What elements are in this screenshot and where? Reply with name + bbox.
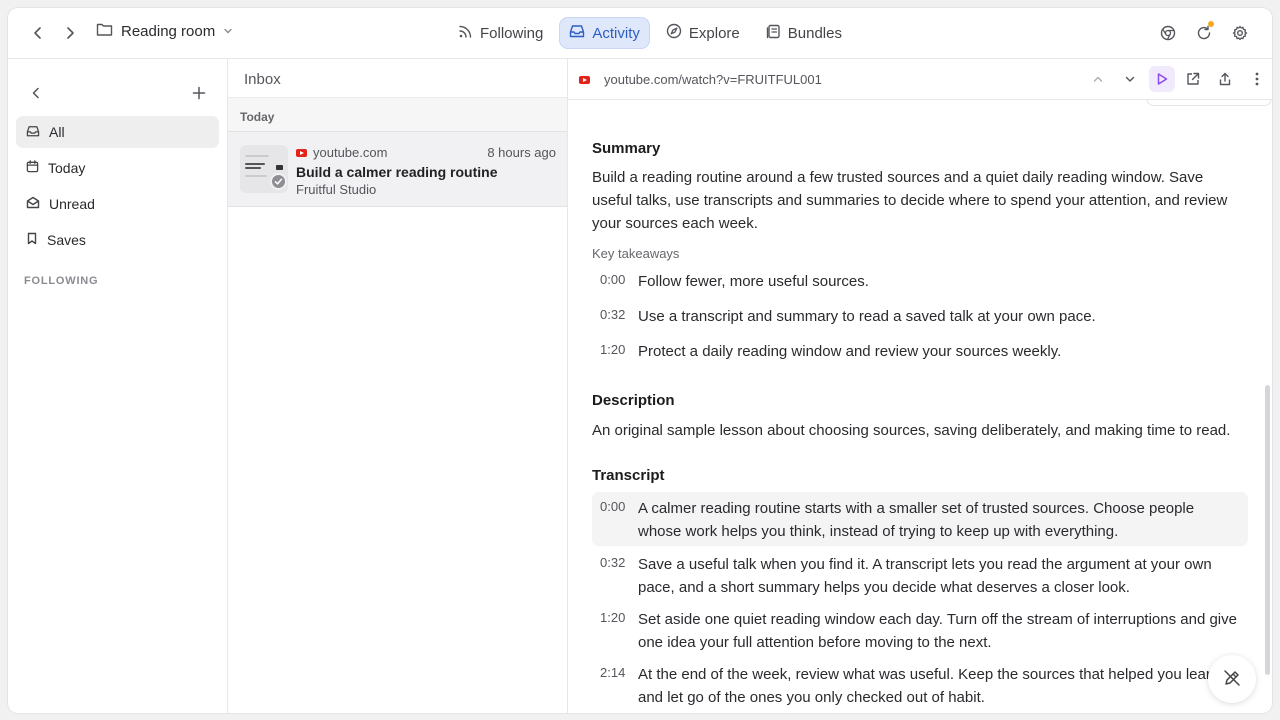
notification-dot bbox=[1208, 21, 1214, 27]
youtube-icon bbox=[579, 76, 590, 84]
takeaway-text: Follow fewer, more useful sources. bbox=[638, 273, 869, 290]
takeaway-text: Protect a daily reading window and revie… bbox=[638, 343, 1062, 360]
takeaway-row[interactable]: 0:32 Use a transcript and summary to rea… bbox=[592, 300, 1248, 335]
takeaway-row[interactable]: 0:00 Follow fewer, more useful sources. bbox=[592, 265, 1248, 300]
sidebar-item-label: Unread bbox=[49, 196, 95, 212]
browser-icon[interactable] bbox=[1158, 23, 1178, 43]
transcript-heading: Transcript bbox=[592, 467, 665, 484]
url-bar: youtube.com/watch?v=FRUITFUL001 bbox=[568, 59, 1272, 100]
nav-tabs: Following Activity Explore Bundles bbox=[448, 17, 852, 49]
timestamp[interactable]: 0:00 bbox=[600, 272, 625, 287]
next-item-icon[interactable] bbox=[1120, 69, 1140, 89]
more-icon[interactable] bbox=[1247, 69, 1267, 89]
tab-explore-label: Explore bbox=[688, 24, 740, 42]
item-source-label: youtube.com bbox=[313, 145, 388, 160]
description-heading: Description bbox=[592, 392, 675, 409]
transcript-text: Save a useful talk when you find it. A t… bbox=[638, 556, 1212, 596]
pen-off-icon bbox=[1222, 668, 1242, 691]
refresh-icon[interactable] bbox=[1194, 21, 1214, 43]
transcript-row[interactable]: 2:14 At the end of the week, review what… bbox=[592, 658, 1248, 712]
add-icon[interactable] bbox=[189, 83, 209, 103]
scrollbar[interactable] bbox=[1265, 385, 1270, 675]
timestamp[interactable]: 1:20 bbox=[600, 342, 625, 357]
takeaways-label: Key takeaways bbox=[592, 246, 680, 261]
external-link-icon[interactable] bbox=[1183, 69, 1203, 89]
sidebar-item-unread[interactable]: Unread bbox=[16, 188, 219, 220]
tab-activity-label: Activity bbox=[592, 24, 640, 42]
calendar-icon bbox=[26, 160, 39, 176]
rss-icon bbox=[458, 24, 473, 43]
item-title: Build a calmer reading routine bbox=[296, 164, 498, 180]
sidebar-item-all[interactable]: All bbox=[16, 116, 219, 148]
list-item[interactable]: youtube.com 8 hours ago Build a calmer r… bbox=[228, 131, 567, 207]
sidebar-item-label: All bbox=[49, 124, 65, 140]
tab-explore[interactable]: Explore bbox=[656, 17, 750, 49]
takeaway-row[interactable]: 1:20 Protect a daily reading window and … bbox=[592, 335, 1248, 370]
back-icon[interactable] bbox=[28, 22, 48, 44]
previous-item-icon[interactable] bbox=[1088, 69, 1108, 89]
timestamp[interactable]: 1:20 bbox=[600, 610, 625, 625]
forward-icon[interactable] bbox=[60, 22, 80, 44]
play-icon[interactable] bbox=[1149, 66, 1175, 92]
url-text[interactable]: youtube.com/watch?v=FRUITFUL001 bbox=[604, 72, 822, 87]
timestamp[interactable]: 0:00 bbox=[600, 499, 625, 514]
youtube-icon bbox=[296, 148, 307, 157]
timestamp[interactable]: 2:14 bbox=[600, 665, 625, 680]
chevron-down-icon bbox=[223, 23, 233, 40]
inbox-group-header: Today bbox=[228, 97, 567, 131]
sidebar-item-saves[interactable]: Saves bbox=[16, 224, 219, 256]
item-time: 8 hours ago bbox=[487, 145, 556, 160]
inbox-panel: Inbox Today youtube.com 8 hours ago Buil… bbox=[228, 59, 568, 713]
timestamp[interactable]: 0:32 bbox=[600, 307, 625, 322]
inbox-title: Inbox bbox=[244, 71, 281, 88]
folder-icon bbox=[96, 22, 113, 41]
sidebar-item-label: Saves bbox=[47, 232, 86, 248]
timestamp[interactable]: 0:32 bbox=[600, 555, 625, 570]
tab-following[interactable]: Following bbox=[448, 17, 553, 49]
sidebar: All Today Unread Saves FOLLOWING bbox=[8, 59, 228, 713]
summary-heading: Summary bbox=[592, 140, 661, 157]
summary-text: Build a reading routine around a few tru… bbox=[592, 169, 1228, 232]
item-author: Fruitful Studio bbox=[296, 182, 377, 197]
reader-panel: youtube.com/watch?v=FRUITFUL001 Summary … bbox=[568, 59, 1272, 713]
gear-icon[interactable] bbox=[1230, 23, 1250, 43]
folder-switcher[interactable]: Reading room bbox=[96, 22, 233, 41]
following-section-label: FOLLOWING bbox=[24, 275, 99, 287]
collapse-sidebar-icon[interactable] bbox=[26, 83, 46, 103]
compass-icon bbox=[666, 23, 682, 43]
sidebar-item-label: Today bbox=[48, 160, 86, 176]
description-text: An original sample lesson about choosing… bbox=[592, 422, 1231, 439]
top-bar: Reading room Following Activity Explore … bbox=[8, 8, 1272, 59]
transcript-text: A calmer reading routine starts with a s… bbox=[638, 500, 1195, 540]
item-source: youtube.com bbox=[296, 145, 387, 160]
group-label: Today bbox=[240, 110, 275, 124]
envelope-icon bbox=[26, 196, 40, 212]
tab-bundles[interactable]: Bundles bbox=[756, 17, 852, 49]
transcript-text: Set aside one quiet reading window each … bbox=[638, 611, 1237, 651]
transcript-row[interactable]: 0:00 A calmer reading routine starts wit… bbox=[592, 492, 1248, 546]
sidebar-item-today[interactable]: Today bbox=[16, 152, 219, 184]
bundle-icon bbox=[766, 24, 781, 43]
tab-bundles-label: Bundles bbox=[787, 24, 842, 42]
takeaway-text: Use a transcript and summary to read a s… bbox=[638, 308, 1096, 325]
bookmark-icon bbox=[26, 232, 38, 248]
folder-label: Reading room bbox=[121, 23, 216, 40]
transcript-row[interactable]: 0:32 Save a useful talk when you find it… bbox=[592, 548, 1248, 602]
share-icon[interactable] bbox=[1215, 69, 1235, 89]
transcript-text: At the end of the week, review what was … bbox=[638, 666, 1224, 706]
tab-activity[interactable]: Activity bbox=[559, 17, 650, 49]
inbox-icon bbox=[569, 24, 585, 42]
app-window: Reading room Following Activity Explore … bbox=[8, 8, 1272, 713]
annotate-button[interactable] bbox=[1208, 655, 1256, 703]
check-icon bbox=[270, 173, 287, 190]
tab-following-label: Following bbox=[480, 24, 544, 42]
inbox-icon bbox=[26, 124, 40, 140]
transcript-row[interactable]: 1:20 Set aside one quiet reading window … bbox=[592, 603, 1248, 657]
